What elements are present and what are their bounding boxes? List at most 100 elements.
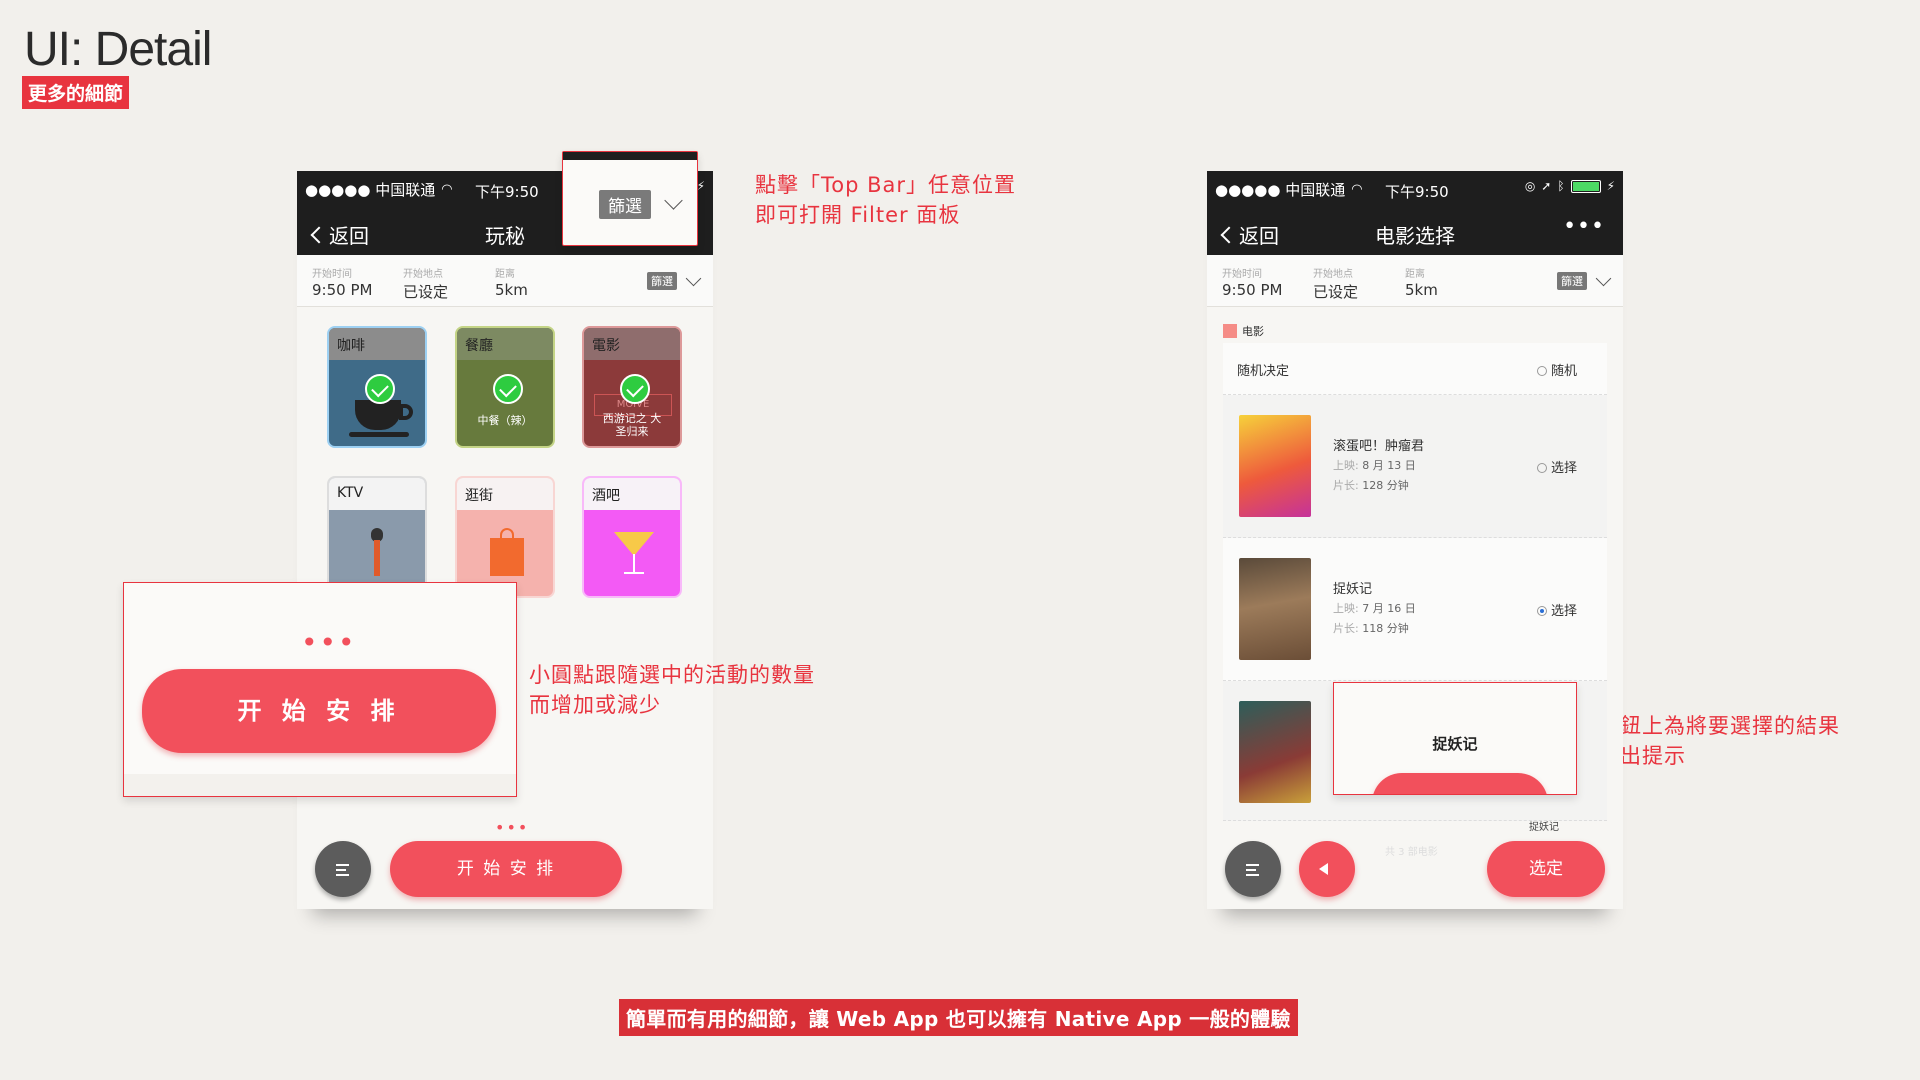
wifi-icon: ◠ [441,182,453,197]
chevron-down-icon[interactable] [1595,270,1612,287]
chevron-down-icon[interactable] [664,191,683,210]
start-time-value: 9:50 PM [1222,281,1283,299]
select-option-label: 选择 [1550,461,1577,476]
distance-label: 距离 [495,269,515,280]
confirm-select-button[interactable]: 选定 [1487,841,1605,897]
tile-coffee[interactable]: 咖啡 [327,326,427,448]
movie-poster [1239,415,1311,517]
tile-label: 咖啡 [329,328,425,360]
start-arrange-button[interactable]: 开 始 安 排 [390,841,622,897]
tile-sub: 中餐（辣） [477,414,533,427]
length-label: 片长: [1333,622,1359,635]
filter-zoom-popup[interactable]: 篩選 [562,151,698,246]
start-place-label: 开始地点 [403,269,443,280]
select-option-label: 选择 [1550,604,1577,619]
movie-select-option[interactable]: 选择 [1536,600,1577,619]
cocktail-glass-icon [584,510,680,596]
info-bar[interactable]: 开始时间 9:50 PM 开始地点 已设定 距离 5km 篩選 [297,255,713,307]
movie-length: 片长: 118 分钟 [1333,620,1409,636]
charging-icon: ⚡ [1606,179,1615,193]
carrier-text: ●●●●● 中国联通 [305,181,436,199]
select-hint-zoom-popup: 捉妖记 [1333,682,1577,795]
filter-button[interactable]: 篩選 [1557,272,1587,290]
location-icon: ➚ [1541,179,1552,193]
distance: 距离 5km [495,265,528,299]
chevron-down-icon[interactable] [685,270,702,287]
footer-caption: 簡單而有用的細節，讓 Web App 也可以擁有 Native App 一般的體… [619,999,1298,1036]
movie-row[interactable]: 捉妖记 上映: 7 月 16 日 片长: 118 分钟 选择 [1223,538,1607,681]
back-label: 返回 [329,224,369,248]
back-button[interactable]: 返回 [309,220,369,249]
status-icons: ◎ ➚ ᛒ ⚡ [1525,179,1615,193]
random-label: 随机决定 [1237,364,1290,379]
movie-length: 片长: 128 分钟 [1333,477,1409,493]
movie-ticket-icon: MOIVE 西游记之 大圣归来 [584,360,680,446]
info-bar[interactable]: 开始时间 9:50 PM 开始地点 已设定 距离 5km 篩選 [1207,255,1623,307]
tile-movie[interactable]: 電影 MOIVE 西游记之 大圣归来 [582,326,682,448]
check-icon [493,374,523,404]
check-icon [620,374,650,404]
tile-label: 餐廳 [457,328,553,360]
section-color-icon [1223,324,1237,338]
start-place-value: 已设定 [1313,283,1359,301]
annotation-line: 點擊「Top Bar」任意位置 [755,173,1017,197]
triangle-left-icon [1319,863,1328,875]
distance-value: 5km [495,281,528,299]
movie-poster [1239,558,1311,660]
release-label: 上映: [1333,602,1359,615]
select-hint-label: 捉妖记 [1529,822,1559,833]
faded-footer-text: 共 3 部电影 [1385,847,1438,858]
filter-button[interactable]: 篩選 [647,272,677,290]
more-menu-icon[interactable]: ••• [1563,214,1605,239]
top-bar[interactable]: 返回 电影选择 ••• [1207,208,1623,255]
release-value: 7 月 16 日 [1362,602,1416,615]
radio-selected-icon [1536,606,1547,616]
tile-ktv[interactable]: KTV [327,476,427,598]
movie-poster [1239,701,1311,803]
random-option-label: 随机 [1550,364,1577,379]
check-icon [365,374,395,404]
movie-title: 滚蛋吧！肿瘤君 [1333,439,1425,454]
start-place: 开始地点 已设定 [403,265,448,302]
tile-shopping[interactable]: 逛街 [455,476,555,598]
selection-dots: ••• [495,818,530,837]
release-value: 8 月 13 日 [1362,459,1416,472]
status-time: 下午9:50 [1385,183,1449,201]
left-phone-screen: ●●●●● 中国联通 ◠ 下午9:50 ⚡ 返回 玩秘 开始时间 9:50 PM… [297,171,713,909]
random-option[interactable]: 随机 [1536,360,1577,379]
filter-zoom-button[interactable]: 篩選 [599,190,651,219]
prev-button[interactable] [1299,841,1355,897]
length-label: 片长: [1333,479,1359,492]
tile-restaurant[interactable]: 餐廳 中餐（辣） [455,326,555,448]
carrier-text: ●●●●● 中国联通 [1215,181,1346,199]
tile-label: 電影 [584,328,680,360]
zoom-hint-text: 捉妖记 [1432,735,1478,753]
radio-icon [1536,463,1547,473]
movie-title: 捉妖记 [1333,582,1373,597]
start-time-label: 开始时间 [1222,269,1262,280]
menu-button[interactable] [1225,841,1281,897]
annotation-line: 而增加或減少 [529,693,661,717]
distance-value: 5km [1405,281,1438,299]
start-place-label: 开始地点 [1313,269,1353,280]
tile-sub: 西游记之 大圣归来 [602,412,662,438]
back-label: 返回 [1239,224,1279,248]
tile-label: 酒吧 [584,478,680,510]
chevron-left-icon [1220,226,1238,243]
zoom-start-arrange-button[interactable]: 开 始 安 排 [142,669,496,753]
back-button[interactable]: 返回 [1219,220,1279,249]
movie-row[interactable]: 滚蛋吧！肿瘤君 上映: 8 月 13 日 片长: 128 分钟 选择 [1223,395,1607,538]
movie-release: 上映: 7 月 16 日 [1333,600,1416,616]
movie-select-option[interactable]: 选择 [1536,457,1577,476]
menu-button[interactable] [315,841,371,897]
annotation-dots: 小圓點跟隨選中的活動的數量 而增加或減少 [529,660,815,720]
fork-knife-icon: 中餐（辣） [457,360,553,446]
start-place-value: 已设定 [403,283,449,301]
coffee-cup-icon [329,360,425,446]
zoom-select-button[interactable] [1372,773,1548,794]
random-row[interactable]: 随机决定 随机 [1223,343,1607,395]
release-label: 上映: [1333,459,1359,472]
tile-bar[interactable]: 酒吧 [582,476,682,598]
annotation-topbar: 點擊「Top Bar」任意位置 即可打開 Filter 面板 [755,170,1016,230]
start-place: 开始地点 已设定 [1313,265,1358,302]
